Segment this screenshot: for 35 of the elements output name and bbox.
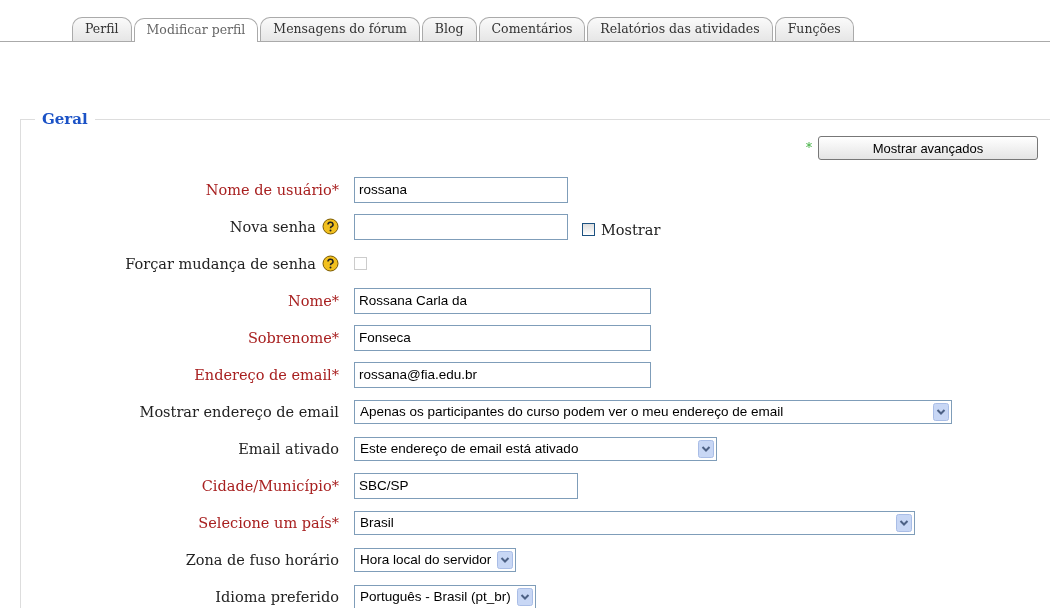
dropdown[interactable]: Este endereço de email está ativado (354, 436, 717, 461)
field-label: Mostrar endereço de email (139, 403, 339, 420)
field-label: Endereço de email* (194, 366, 339, 383)
text-field[interactable]: rossana (354, 176, 568, 203)
field-label: Selecione um país* (198, 514, 339, 531)
dropdown[interactable]: Hora local do servidor (354, 547, 517, 572)
tab[interactable]: Relatórios das atividades (587, 17, 773, 41)
tab[interactable]: Funções (774, 17, 854, 41)
tab[interactable]: Blog (421, 17, 477, 41)
show-checkbox[interactable] (582, 223, 595, 236)
text-field[interactable]: Fonseca (354, 324, 651, 351)
show-label: Mostrar (601, 221, 661, 238)
field-label: Nome* (288, 292, 339, 309)
dropdown[interactable]: Apenas os participantes do curso podem ver o meu endereço de email (354, 399, 952, 424)
tab[interactable]: Mensagens do fórum (260, 17, 420, 41)
field-label: Email ativado (238, 440, 339, 457)
field-label: Zona de fuso horário (185, 551, 339, 568)
show-advanced-button[interactable]: Mostrar avançados (818, 136, 1038, 160)
field-label: Sobrenome* (247, 329, 339, 346)
text-field[interactable]: rossana@fia.edu.br (354, 361, 651, 388)
field-label: Forçar mudança de senha (125, 255, 316, 272)
tab[interactable]: Comentários (478, 17, 586, 41)
text-field[interactable] (354, 213, 568, 240)
help-icon[interactable] (322, 218, 339, 235)
field-label: Cidade/Município* (201, 477, 339, 494)
tab[interactable]: Modificar perfil (133, 18, 259, 42)
tab[interactable]: Perfil (72, 17, 132, 41)
field-label: Idioma preferido (215, 588, 339, 605)
advanced-marker: * (806, 141, 812, 155)
field-label: Nova senha (229, 218, 316, 235)
dropdown[interactable]: Português - Brasil (pt_br) (354, 584, 536, 608)
text-field[interactable]: Rossana Carla da (354, 287, 651, 314)
field-label: Nome de usuário* (205, 181, 339, 198)
text-field[interactable]: SBC/SP (354, 472, 578, 499)
dropdown[interactable]: Brasil (354, 510, 915, 535)
